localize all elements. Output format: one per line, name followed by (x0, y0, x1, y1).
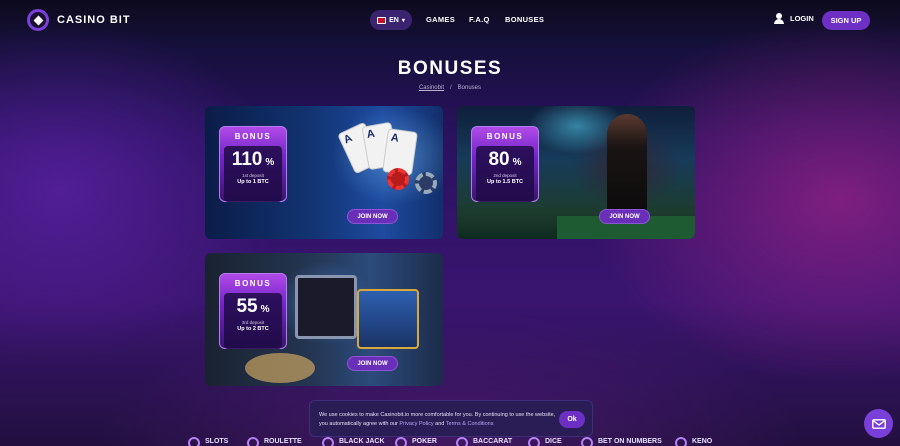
casino-chip-image (415, 172, 437, 194)
uk-flag-icon (377, 16, 387, 24)
game-category-bar: SLOTS ROULETTE BLACK JACK POKER BACCARAT… (0, 437, 900, 446)
signup-button[interactable]: SIGN UP (822, 11, 870, 30)
keno-icon (675, 437, 687, 446)
join-now-button[interactable]: JOIN NOW (347, 209, 398, 224)
category-bet-on-numbers[interactable]: BET ON NUMBERS (581, 437, 662, 446)
join-now-button[interactable]: JOIN NOW (599, 209, 650, 224)
category-label: KENO (692, 438, 713, 445)
category-label: POKER (412, 438, 437, 445)
category-poker[interactable]: POKER (395, 437, 437, 446)
nav-games[interactable]: GAMES (426, 15, 455, 24)
mail-icon (871, 418, 886, 429)
language-selector[interactable]: EN ▾ (370, 10, 412, 30)
bonus-badge: BONUS 80% 2nd deposit Up to 1.5 BTC (471, 126, 539, 202)
breadcrumb-separator: / (449, 85, 452, 91)
category-keno[interactable]: KENO (675, 437, 713, 446)
user-icon (774, 13, 784, 24)
page-title: BONUSES (397, 58, 503, 79)
bonus-label: BONUS (234, 279, 272, 288)
bet-on-numbers-icon (581, 437, 593, 446)
cookie-ok-button[interactable]: Ok (559, 411, 585, 428)
mail-button[interactable] (864, 409, 893, 438)
nav-faq[interactable]: F.A.Q (469, 15, 490, 24)
category-label: BET ON NUMBERS (598, 438, 662, 445)
category-roulette[interactable]: ROULETTE (247, 437, 302, 446)
login-label: LOGIN (790, 14, 814, 23)
bonus-percent: 55% (224, 296, 282, 318)
privacy-policy-link[interactable]: Privacy Policy (399, 421, 433, 427)
slot-machine-image (295, 275, 357, 339)
cookie-text: We use cookies to make Casinobit.io more… (319, 411, 559, 429)
breadcrumb-home[interactable]: Casinobit (419, 85, 444, 91)
bonus-badge: BONUS 110% 1st deposit Up to 1 BTC (219, 126, 287, 202)
slots-icon (188, 437, 200, 446)
bonus-percent-value: 80 (488, 149, 510, 170)
bonus-percent-value: 110 (231, 149, 263, 170)
bonus-label: BONUS (486, 132, 524, 141)
blackjack-icon (322, 437, 334, 446)
casino-chip-image (387, 168, 409, 190)
category-baccarat[interactable]: BACCARAT (456, 437, 513, 446)
logo[interactable]: CASINO BIT (27, 9, 131, 31)
logo-icon (27, 9, 49, 31)
roulette-icon (247, 437, 259, 446)
category-slots[interactable]: SLOTS (188, 437, 229, 446)
bonus-percent-sign: % (265, 157, 275, 168)
language-label: EN (389, 16, 399, 24)
category-dice[interactable]: DICE (528, 437, 562, 446)
bonus-card-2: BONUS 80% 2nd deposit Up to 1.5 BTC JOIN… (457, 106, 695, 239)
breadcrumb-current: Bonuses (457, 85, 482, 91)
category-label: DICE (545, 438, 562, 445)
terms-link[interactable]: Terms & Conditions (446, 421, 494, 427)
logo-text: CASINO BIT (57, 14, 131, 26)
bonus-percent: 80% (476, 149, 534, 171)
cookie-banner: We use cookies to make Casinobit.io more… (309, 400, 593, 437)
bonus-deposit: 2nd deposit (493, 173, 517, 178)
bonus-card-3: BONUS 55% 3rd deposit Up to 2 BTC JOIN N… (205, 253, 443, 386)
category-label: BACCARAT (473, 438, 513, 445)
category-label: ROULETTE (264, 438, 302, 445)
category-blackjack[interactable]: BLACK JACK (322, 437, 385, 446)
nav-bonuses[interactable]: BONUSES (505, 15, 544, 24)
bonus-percent: 110% (224, 149, 282, 171)
bonus-card-1: A A A BONUS 110% 1st deposit Up to 1 BTC… (205, 106, 443, 239)
bonus-percent-value: 55 (236, 296, 258, 317)
breadcrumb: Casinobit / Bonuses (0, 85, 900, 91)
cookie-and: and (435, 421, 445, 427)
bonus-up-to: Up to 1 BTC (237, 179, 269, 185)
header: CASINO BIT EN ▾ GAMES F.A.Q BONUSES LOGI… (0, 0, 900, 40)
baccarat-icon (456, 437, 468, 446)
bonus-deposit: 1st deposit (242, 173, 264, 178)
category-label: SLOTS (205, 438, 229, 445)
bonus-percent-sign: % (260, 304, 270, 315)
bonus-percent-sign: % (512, 157, 522, 168)
bonus-deposit: 3rd deposit (241, 320, 265, 325)
slot-game-image (357, 289, 419, 349)
dealer-image (607, 114, 647, 224)
category-label: BLACK JACK (339, 438, 385, 445)
bonus-badge: BONUS 55% 3rd deposit Up to 2 BTC (219, 273, 287, 349)
chevron-down-icon: ▾ (401, 17, 405, 24)
coins-image (245, 353, 315, 383)
bonus-label: BONUS (234, 132, 272, 141)
bonus-up-to: Up to 1.5 BTC (486, 179, 524, 185)
bonus-up-to: Up to 2 BTC (237, 326, 269, 332)
login-button[interactable]: LOGIN (774, 13, 814, 24)
join-now-button[interactable]: JOIN NOW (347, 356, 398, 371)
dice-icon (528, 437, 540, 446)
poker-icon (395, 437, 407, 446)
